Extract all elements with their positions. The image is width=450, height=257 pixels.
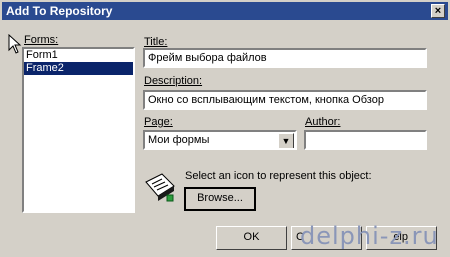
- ok-button[interactable]: OK: [216, 226, 287, 250]
- page-label: Page:: [144, 116, 173, 128]
- add-to-repository-dialog: Add To Repository × Forms: Form1 Frame2 …: [0, 0, 450, 257]
- author-label: Author:: [305, 116, 341, 128]
- description-label: Description:: [144, 75, 203, 87]
- title-bar: Add To Repository ×: [2, 2, 448, 20]
- repository-object-icon: [144, 172, 176, 204]
- mouse-cursor-icon: [8, 34, 22, 54]
- browse-button[interactable]: Browse...: [184, 187, 256, 211]
- list-item-frame2[interactable]: Frame2: [24, 62, 133, 75]
- title-label: Title:: [144, 36, 168, 48]
- watermark-text: delphi-z.ru: [300, 222, 439, 250]
- close-icon: ×: [434, 5, 442, 17]
- forms-label: Forms:: [24, 34, 59, 46]
- description-field[interactable]: Окно со всплывающим текстом, кнопка Обзо…: [143, 90, 427, 110]
- icon-instruction-text: Select an icon to represent this object:: [185, 170, 372, 182]
- page-combobox-value: Мои формы: [148, 134, 210, 146]
- window-title: Add To Repository: [6, 4, 113, 18]
- forms-listbox[interactable]: Form1 Frame2: [22, 47, 135, 213]
- list-item-form1[interactable]: Form1: [24, 49, 133, 62]
- chevron-down-icon[interactable]: ▼: [278, 133, 294, 148]
- title-field[interactable]: Фрейм выбора файлов: [143, 48, 427, 68]
- page-combobox[interactable]: Мои формы ▼: [143, 130, 297, 150]
- close-button[interactable]: ×: [431, 4, 445, 18]
- author-field[interactable]: [304, 130, 427, 150]
